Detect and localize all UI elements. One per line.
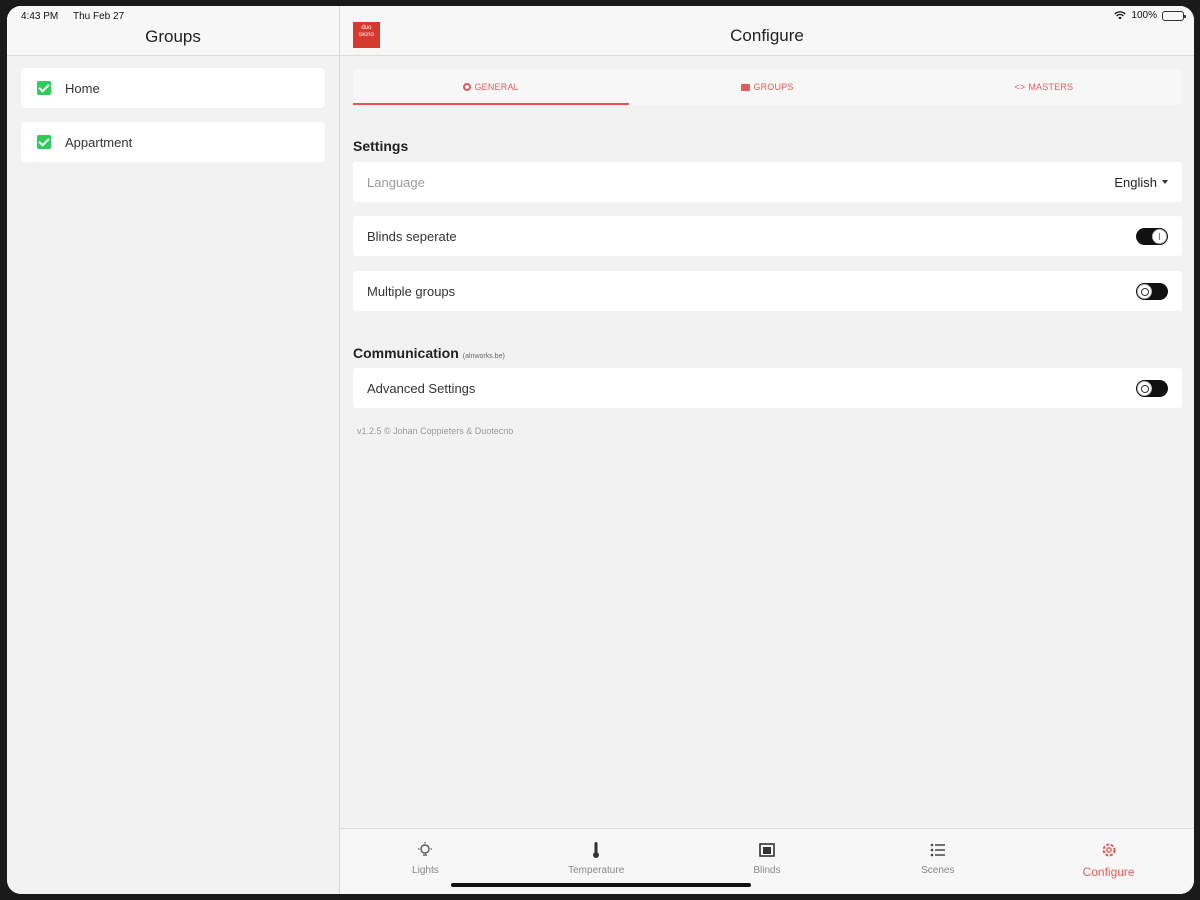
configure-panel: duo tecno Configure GENERAL GROUPS <> MA… [340, 6, 1194, 894]
language-select[interactable]: English [1114, 175, 1168, 190]
checkbox-checked-icon[interactable] [37, 135, 51, 149]
communication-section-title: Communication (alnworks.be) [353, 345, 505, 361]
bottom-tab-configure[interactable]: Configure [1023, 829, 1194, 894]
page-title: Configure [730, 26, 804, 45]
list-icon [930, 843, 945, 857]
gear-icon [463, 83, 472, 91]
advanced-settings-row: Advanced Settings [353, 368, 1182, 408]
tab-masters[interactable]: <> MASTERS [906, 69, 1182, 105]
bottom-tab-scenes[interactable]: Scenes [852, 829, 1023, 894]
thermometer-icon [593, 842, 600, 858]
blinds-separate-toggle[interactable] [1136, 227, 1168, 245]
language-value: English [1114, 174, 1157, 190]
code-icon: <> [1014, 82, 1026, 92]
status-time: 4:43 PM [21, 11, 59, 22]
lightbulb-icon [418, 842, 433, 856]
toggle-knob [1137, 283, 1152, 299]
version-text: v1.2.5 © Johan Coppieters & Duotecno [357, 426, 514, 436]
bottom-tab-label: Temperature [568, 865, 625, 876]
groups-title: Groups [145, 27, 201, 46]
settings-section-title: Settings [353, 138, 409, 154]
language-label: Language [367, 174, 425, 190]
blinds-icon [759, 843, 775, 857]
bottom-tab-label: Scenes [921, 865, 955, 876]
caret-down-icon [1162, 180, 1168, 184]
blinds-separate-row: Blinds seperate [353, 216, 1182, 256]
communication-subtitle: (alnworks.be) [462, 353, 505, 360]
status-bar: 4:43 PM Thu Feb 27 100% [7, 6, 1194, 26]
tab-label: MASTERS [1028, 82, 1074, 92]
tab-label: GROUPS [753, 82, 794, 92]
advanced-settings-toggle[interactable] [1136, 379, 1168, 397]
group-item-home[interactable]: Home [21, 68, 325, 108]
bottom-tab-label: Lights [412, 865, 439, 876]
bottom-tab-label: Configure [1082, 865, 1135, 879]
multiple-groups-toggle[interactable] [1136, 282, 1168, 300]
groups-panel: Groups Home Appartment [7, 6, 340, 894]
battery-percent: 100% [1131, 10, 1157, 21]
group-item-appartment[interactable]: Appartment [21, 122, 325, 162]
group-label: Home [65, 80, 100, 96]
bottom-tab-label: Blinds [753, 865, 781, 876]
blinds-separate-label: Blinds seperate [367, 228, 457, 244]
group-list: Home Appartment [21, 68, 325, 176]
status-indicators: 100% [1114, 10, 1186, 21]
tab-groups[interactable]: GROUPS [629, 69, 905, 105]
advanced-settings-label: Advanced Settings [367, 380, 476, 396]
tab-general[interactable]: GENERAL [353, 69, 630, 105]
checkbox-checked-icon[interactable] [37, 81, 51, 95]
config-tabbar: GENERAL GROUPS <> MASTERS [353, 69, 1182, 105]
communication-title: Communication [353, 345, 459, 361]
status-date: Thu Feb 27 [73, 11, 125, 22]
group-label: Appartment [65, 134, 133, 150]
folder-icon [741, 83, 751, 91]
multiple-groups-label: Multiple groups [367, 283, 456, 299]
toggle-knob [1137, 380, 1152, 396]
ipad-screen: Groups Home Appartment duo tecno Configu… [7, 6, 1194, 894]
toggle-knob [1152, 228, 1167, 244]
wifi-icon [1114, 11, 1127, 20]
language-row[interactable]: Language English [353, 162, 1182, 202]
tab-label: GENERAL [474, 82, 519, 92]
multiple-groups-row: Multiple groups [353, 271, 1182, 311]
battery-icon [1162, 10, 1186, 21]
home-indicator[interactable] [451, 883, 751, 887]
gear-icon [1102, 843, 1116, 857]
